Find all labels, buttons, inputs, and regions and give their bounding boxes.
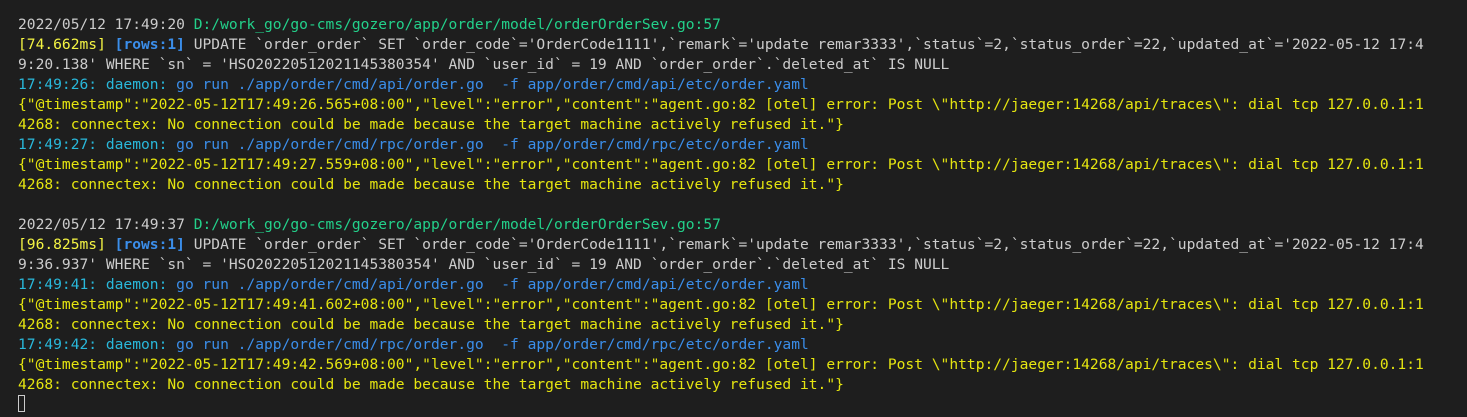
terminal-line-sql-query: [74.662ms] [rows:1] UPDATE `order_order`… (18, 35, 1467, 55)
cursor-icon (18, 395, 25, 412)
line-segment: go run ./app/order/cmd/rpc/order.go -f a… (176, 336, 809, 353)
line-segment: go run ./app/order/cmd/api/order.go -f a… (176, 76, 809, 93)
terminal-line-log-error: {"@timestamp":"2022-05-12T17:49:41.602+0… (18, 295, 1467, 315)
terminal-line-daemon: 17:49:27: daemon: go run ./app/order/cmd… (18, 135, 1467, 155)
terminal-line-log-error: 4268: connectex: No connection could be … (18, 115, 1467, 135)
line-segment: [rows:1] (114, 236, 185, 253)
line-segment: 4268: connectex: No connection could be … (18, 176, 844, 193)
line-segment: UPDATE `order_order` SET `order_code`='O… (184, 36, 1424, 53)
terminal-line-daemon: 17:49:26: daemon: go run ./app/order/cmd… (18, 75, 1467, 95)
line-segment: {"@timestamp":"2022-05-12T17:49:42.569+0… (18, 356, 1424, 373)
line-segment: D:/work_go/go-cms/gozero/app/order/model… (193, 16, 721, 33)
line-segment: go run ./app/order/cmd/rpc/order.go -f a… (176, 136, 809, 153)
line-segment: 4268: connectex: No connection could be … (18, 376, 844, 393)
line-segment: [rows:1] (114, 36, 185, 53)
line-segment: {"@timestamp":"2022-05-12T17:49:26.565+0… (18, 96, 1424, 113)
terminal-prompt-line[interactable] (18, 395, 1467, 415)
line-segment: go run ./app/order/cmd/api/order.go -f a… (176, 276, 809, 293)
terminal-line-sql-query: [96.825ms] [rows:1] UPDATE `order_order`… (18, 235, 1467, 255)
line-segment: {"@timestamp":"2022-05-12T17:49:41.602+0… (18, 296, 1424, 313)
line-segment: 17:49:41: daemon: (18, 276, 177, 293)
line-segment: 4268: connectex: No connection could be … (18, 116, 844, 133)
terminal-line-log-error: {"@timestamp":"2022-05-12T17:49:26.565+0… (18, 95, 1467, 115)
line-segment: [96.825ms] (18, 236, 115, 253)
line-segment: [74.662ms] (18, 36, 115, 53)
line-segment: UPDATE `order_order` SET `order_code`='O… (184, 236, 1424, 253)
terminal-line-sql-query: 9:20.138' WHERE `sn` = 'HSO2022051202114… (18, 55, 1467, 75)
terminal-line-daemon: 17:49:41: daemon: go run ./app/order/cmd… (18, 275, 1467, 295)
line-segment: 9:20.138' WHERE `sn` = 'HSO2022051202114… (18, 56, 950, 73)
terminal-line-log-error: {"@timestamp":"2022-05-12T17:49:27.559+0… (18, 155, 1467, 175)
terminal-line-log-error: 4268: connectex: No connection could be … (18, 375, 1467, 395)
line-segment: {"@timestamp":"2022-05-12T17:49:27.559+0… (18, 156, 1424, 173)
line-segment: 9:36.937' WHERE `sn` = 'HSO2022051202114… (18, 256, 950, 273)
line-segment: 2022/05/12 17:49:37 (18, 216, 194, 233)
terminal-output[interactable]: 2022/05/12 17:49:20 D:/work_go/go-cms/go… (0, 0, 1467, 417)
terminal-line-daemon: 17:49:42: daemon: go run ./app/order/cmd… (18, 335, 1467, 355)
terminal-line-sql-header: 2022/05/12 17:49:20 D:/work_go/go-cms/go… (18, 15, 1467, 35)
line-segment: 17:49:42: daemon: (18, 336, 177, 353)
terminal-line-log-error: 4268: connectex: No connection could be … (18, 315, 1467, 335)
terminal-line-sql-header: 2022/05/12 17:49:37 D:/work_go/go-cms/go… (18, 215, 1467, 235)
terminal-line-log-error: {"@timestamp":"2022-05-12T17:49:42.569+0… (18, 355, 1467, 375)
terminal-lines: 2022/05/12 17:49:20 D:/work_go/go-cms/go… (18, 15, 1467, 395)
line-segment: 4268: connectex: No connection could be … (18, 316, 844, 333)
line-segment: 2022/05/12 17:49:20 (18, 16, 194, 33)
terminal-line-sql-query: 9:36.937' WHERE `sn` = 'HSO2022051202114… (18, 255, 1467, 275)
terminal-line-log-error: 4268: connectex: No connection could be … (18, 175, 1467, 195)
line-segment: 17:49:27: daemon: (18, 136, 177, 153)
line-segment: 17:49:26: daemon: (18, 76, 177, 93)
line-segment: D:/work_go/go-cms/gozero/app/order/model… (193, 216, 721, 233)
